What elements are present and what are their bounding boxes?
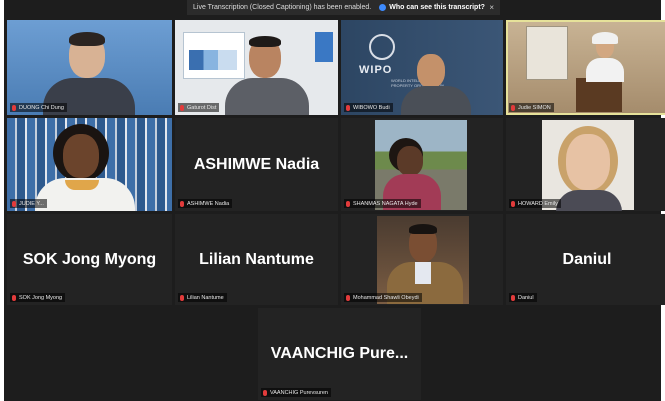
video-tile-lilian[interactable]: Lilian Nantume Lilian Nantume	[175, 214, 338, 305]
mic-muted-icon	[180, 294, 184, 301]
name-label: Gaturot Dist	[187, 104, 217, 111]
video-tile-judie-y[interactable]: JUDIE Y...	[7, 118, 172, 211]
mic-muted-icon	[12, 200, 16, 207]
name-label: Lilian Nantume	[187, 294, 224, 301]
name-label: WIBOWO Budi	[353, 104, 390, 111]
participant-head	[417, 54, 445, 88]
name-label: SHANMAS NAGATA Hyde	[353, 200, 418, 207]
video-tile-sok[interactable]: SOK Jong Myong SOK Jong Myong	[7, 214, 172, 305]
podium	[576, 78, 622, 112]
mic-muted-icon	[12, 104, 16, 111]
participant-headscarf	[592, 32, 618, 44]
mic-muted-icon	[511, 294, 515, 301]
video-tile-ashimwe[interactable]: ASHIMWE Nadia ASHIMWE Nadia	[175, 118, 338, 211]
slide-chart	[189, 50, 237, 70]
name-label: JUDIE Y...	[19, 200, 44, 207]
participant-name: Judie SIMON	[509, 103, 554, 112]
transcription-banner: Live Transcription (Closed Captioning) h…	[187, 0, 500, 15]
wall-sign	[315, 32, 333, 62]
video-tile-daniul[interactable]: Daniul Daniul	[506, 214, 665, 305]
participant-head	[63, 134, 99, 178]
name-label: Judie SIMON	[518, 104, 551, 111]
video-tile-wibowo[interactable]: WIPO WORLD INTELLECTUAL PROPERTY ORGANIZ…	[341, 20, 503, 115]
participant-hair	[409, 224, 437, 234]
participant-display-name: VAANCHIG Pure...	[270, 345, 409, 362]
participant-name: DUONG Chi Dung	[10, 103, 67, 112]
participant-hair	[249, 36, 281, 47]
participant-name: JUDIE Y...	[10, 199, 47, 208]
participant-display-name: Daniul	[562, 250, 612, 268]
participant-name: HOWARD Emily	[509, 199, 561, 208]
banner-message: Live Transcription (Closed Captioning) h…	[193, 4, 372, 11]
participant-display-name: ASHIMWE Nadia	[193, 155, 320, 173]
video-tile-howard[interactable]: HOWARD Emily	[506, 118, 665, 211]
video-tile-mohammad[interactable]: Mohammad Shawli Obeydi	[341, 214, 503, 305]
banner-poster	[526, 26, 568, 80]
name-label: ASHIMWE Nadia	[187, 200, 230, 207]
mic-muted-icon	[511, 200, 515, 207]
link-label: Who can see this transcript?	[389, 4, 485, 11]
video-tile-shanmas[interactable]: SHANMAS NAGATA Hyde	[341, 118, 503, 211]
transcript-info-link[interactable]: Who can see this transcript?	[379, 4, 485, 11]
name-label: HOWARD Emily	[518, 200, 558, 207]
info-icon	[379, 4, 387, 11]
participant-body	[586, 58, 624, 82]
participant-name: Daniul	[509, 293, 537, 302]
participant-hair	[69, 32, 105, 46]
participant-name: ASHIMWE Nadia	[178, 199, 233, 208]
mic-muted-icon	[12, 294, 16, 301]
mic-muted-icon	[263, 389, 267, 396]
mic-muted-icon	[180, 104, 184, 111]
participant-name: SOK Jong Myong	[10, 293, 66, 302]
close-icon[interactable]: ×	[489, 3, 494, 12]
mic-muted-icon	[346, 200, 350, 207]
mic-muted-icon	[346, 104, 350, 111]
participant-name: WIBOWO Budi	[344, 103, 393, 112]
participant-name: Gaturot Dist	[178, 103, 220, 112]
participant-head	[397, 146, 423, 176]
participant-name: VAANCHIG Purevsuren	[261, 388, 331, 397]
name-label: Mohammad Shawli Obeydi	[353, 294, 419, 301]
shirt-collar	[415, 262, 431, 284]
mic-muted-icon	[180, 200, 184, 207]
name-label: SOK Jong Myong	[19, 294, 63, 301]
name-label: VAANCHIG Purevsuren	[270, 389, 328, 396]
participant-display-name: SOK Jong Myong	[22, 250, 157, 268]
participant-display-name: Lilian Nantume	[199, 250, 314, 268]
participant-head	[566, 134, 610, 190]
name-label: DUONG Chi Dung	[19, 104, 64, 111]
participant-name: Mohammad Shawli Obeydi	[344, 293, 422, 302]
video-tile-gaturot[interactable]: Gaturot Dist	[175, 20, 338, 115]
participant-body	[556, 190, 622, 211]
mic-muted-icon	[346, 294, 350, 301]
name-label: Daniul	[518, 294, 534, 301]
video-tile-duong[interactable]: DUONG Chi Dung	[7, 20, 172, 115]
video-tile-judie-simon[interactable]: Judie SIMON	[506, 20, 665, 115]
mic-muted-icon	[511, 104, 515, 111]
participant-name: Lilian Nantume	[178, 293, 227, 302]
participant-body	[225, 78, 309, 115]
video-tile-vaanchig[interactable]: VAANCHIG Pure... VAANCHIG Purevsuren	[258, 308, 421, 400]
wipo-logo-text: WIPO	[359, 64, 393, 76]
meeting-gallery: Live Transcription (Closed Captioning) h…	[4, 0, 665, 401]
participant-body	[401, 86, 471, 115]
participant-name: SHANMAS NAGATA Hyde	[344, 199, 421, 208]
wipo-logo-icon	[369, 34, 395, 60]
necklace	[65, 180, 99, 190]
